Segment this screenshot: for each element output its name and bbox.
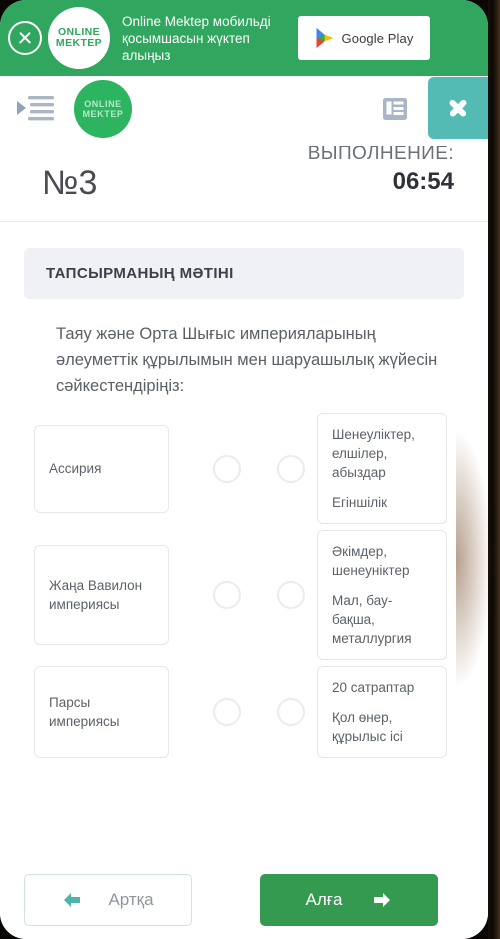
task-text-banner: ТАПСЫРМАНЫҢ МӘТІНІ [24, 248, 464, 299]
question-title-row: №3 ВЫПОЛНЕНИЕ: 06:54 [0, 142, 488, 222]
app-page: ONLINE MEKTEP Online Mektep мобильді қос… [0, 0, 488, 939]
match-right-line2: Егіншілік [332, 495, 387, 510]
matching-row: Ассирия Шенеуліктер, елшілер, абыздар Ег… [24, 413, 464, 524]
app-logo-line1: ONLINE [84, 99, 122, 109]
google-play-button[interactable]: Google Play [298, 16, 430, 60]
indent-list-icon[interactable] [16, 93, 56, 125]
next-button-label: Алға [305, 890, 343, 909]
promo-logo: ONLINE MEKTEP [48, 7, 110, 69]
match-right-line2: Мал, бау-бақша, металлургия [332, 593, 412, 646]
match-left-card[interactable]: Жаңа Вавилон империясы [34, 545, 169, 645]
match-left-label: Жаңа Вавилон империясы [49, 578, 143, 612]
question-content: ТАПСЫРМАНЫҢ МӘТІНІ Таяу және Орта Шығыс … [0, 222, 488, 758]
match-right-card[interactable]: Шенеуліктер, елшілер, абыздар Егіншілік [317, 413, 447, 524]
device-bezel [488, 0, 500, 939]
list-view-icon[interactable] [382, 96, 408, 122]
timer: ВЫПОЛНЕНИЕ: 06:54 [308, 146, 454, 212]
phone-screenshot: ONLINE MEKTEP Online Mektep мобильді қос… [0, 0, 500, 939]
match-left-label: Ассирия [49, 461, 102, 476]
match-right-radio[interactable] [277, 454, 305, 483]
matching-row: Жаңа Вавилон империясы Әкімдер, шенеунік… [24, 530, 464, 660]
match-right-radio[interactable] [277, 581, 305, 609]
app-promo-banner: ONLINE MEKTEP Online Mektep мобильді қос… [0, 0, 488, 76]
match-left-radio[interactable] [213, 581, 241, 609]
match-right-card[interactable]: Әкімдер, шенеуніктер Мал, бау-бақша, мет… [317, 530, 447, 660]
match-right-line1: Шенеуліктер, елшілер, абыздар [332, 427, 415, 480]
close-circle-icon[interactable] [8, 21, 42, 55]
match-right-line2: Қол өнер, құрылыс ісі [332, 710, 403, 744]
timer-label: ВЫПОЛНЕНИЕ: [307, 146, 454, 164]
next-button[interactable]: Алға [260, 874, 438, 926]
promo-logo-line2: MEKTEP [55, 37, 103, 49]
matching-row: Парсы империясы 20 сатраптар Қол өнер, қ… [24, 666, 464, 758]
match-right-card[interactable]: 20 сатраптар Қол өнер, құрылыс ісі [317, 666, 447, 758]
matching-list: Ассирия Шенеуліктер, елшілер, абыздар Ег… [24, 413, 464, 758]
match-left-card[interactable]: Парсы империясы [34, 666, 169, 758]
question-number: №3 [42, 164, 98, 202]
back-button[interactable]: Артқа [24, 874, 192, 926]
app-header: ONLINE MEKTEP [0, 76, 488, 142]
timer-value: 06:54 [392, 168, 454, 195]
question-prompt: Таяу және Орта Шығыс империяларының әлеу… [56, 325, 438, 395]
google-play-label: Google Play [341, 30, 414, 46]
arrow-right-icon [374, 893, 391, 907]
navigation-footer: Артқа Алға [0, 863, 488, 939]
back-button-label: Артқа [108, 890, 154, 909]
match-left-radio[interactable] [213, 698, 241, 726]
arrow-left-icon [64, 893, 81, 907]
close-icon[interactable] [428, 77, 488, 139]
match-left-radio[interactable] [213, 454, 241, 483]
match-right-line1: 20 сатраптар [332, 680, 415, 695]
match-left-card[interactable]: Ассирия [34, 424, 169, 513]
app-logo-line2: MEKTEP [82, 109, 124, 119]
app-logo[interactable]: ONLINE MEKTEP [74, 80, 132, 138]
match-right-line1: Әкімдер, шенеуніктер [332, 544, 410, 578]
promo-text: Online Mektep мобильді қосымшасын жүктеп… [122, 13, 271, 63]
google-play-icon [316, 28, 334, 48]
match-right-radio[interactable] [277, 698, 305, 726]
match-left-label: Парсы империясы [49, 695, 120, 729]
